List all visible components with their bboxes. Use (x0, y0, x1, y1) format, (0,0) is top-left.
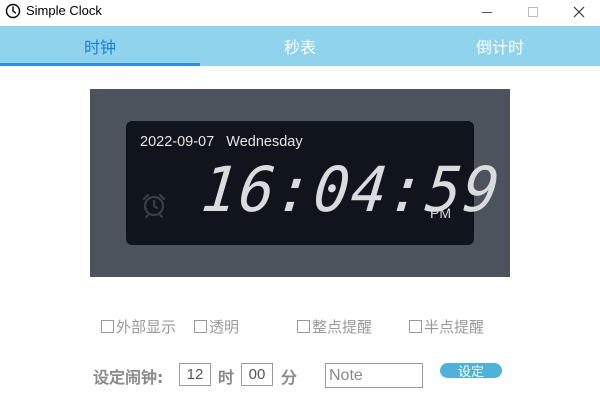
option-label: 整点提醒 (312, 318, 373, 336)
window-title: Simple Clock (26, 3, 102, 18)
option-label: 外部显示 (116, 318, 177, 336)
tab-countdown[interactable]: 倒计时 (400, 26, 600, 66)
minimize-button[interactable] (464, 0, 510, 24)
alarm-minute-input[interactable] (241, 363, 273, 386)
date-line: 2022-09-07 Wednesday (140, 134, 303, 150)
clock-icon (5, 3, 21, 19)
close-button[interactable] (556, 0, 600, 24)
alarm-clock-icon (142, 193, 166, 218)
tab-clock[interactable]: 时钟 (0, 26, 200, 66)
weekday-value: Wednesday (226, 134, 303, 150)
checkbox-half-hour-reminder[interactable] (409, 320, 422, 333)
hour-unit-label: 时 (218, 368, 235, 387)
ampm-indicator: PM (430, 205, 451, 221)
minute-unit-label: 分 (281, 368, 298, 387)
close-icon (573, 6, 585, 18)
main-window: Simple Clock 时钟 秒表 倒计时 2022-09-07 Wednes… (0, 0, 600, 400)
set-alarm-button[interactable]: 设定 (440, 363, 502, 380)
option-hourly-reminder[interactable]: 整点提醒 (297, 316, 372, 337)
tab-stopwatch[interactable]: 秒表 (200, 26, 400, 66)
tab-bar: 时钟 秒表 倒计时 (0, 26, 600, 66)
alarm-setting-row: 设定闹钟: 时 分 设定 (93, 362, 513, 388)
option-label: 透明 (209, 318, 240, 336)
date-value: 2022-09-07 (140, 134, 215, 150)
checkbox-hourly-reminder[interactable] (297, 320, 310, 333)
checkbox-external-display[interactable] (101, 320, 114, 333)
alarm-hour-input[interactable] (179, 363, 211, 386)
option-external-display[interactable]: 外部显示 (101, 316, 176, 337)
clock-display: 2022-09-07 Wednesday 16:04:59 PM (126, 121, 505, 245)
checkbox-transparent[interactable] (194, 320, 207, 333)
alarm-setting-label: 设定闹钟: (93, 368, 164, 387)
maximize-icon (528, 7, 538, 17)
clock-panel: 2022-09-07 Wednesday 16:04:59 PM (90, 89, 510, 277)
title-bar[interactable]: Simple Clock (0, 0, 600, 24)
option-label: 半点提醒 (424, 318, 485, 336)
time-display: 16:04:59 (198, 153, 505, 226)
option-transparent[interactable]: 透明 (194, 316, 239, 337)
alarm-note-input[interactable] (325, 363, 423, 388)
minimize-icon (482, 11, 492, 13)
maximize-button[interactable] (510, 0, 556, 24)
option-half-hour-reminder[interactable]: 半点提醒 (409, 316, 484, 337)
active-tab-indicator (0, 63, 200, 66)
